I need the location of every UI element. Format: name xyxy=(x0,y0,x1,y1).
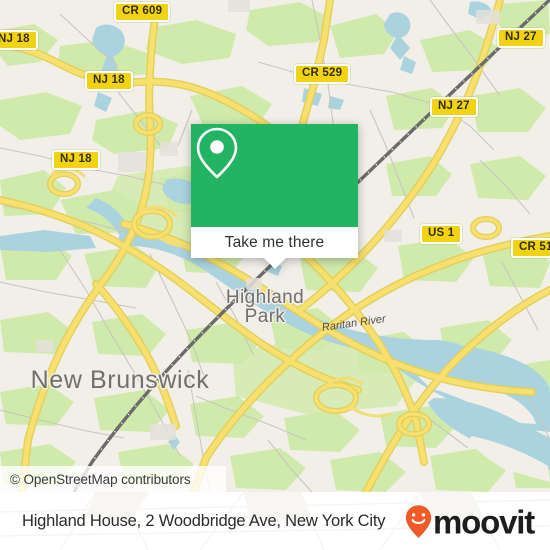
shield-nj-18-sw[interactable]: NJ 18 xyxy=(52,150,100,170)
take-me-there-label: Take me there xyxy=(224,233,325,251)
map-canvas[interactable]: Highland Park New Brunswick Raritan Rive… xyxy=(0,0,550,492)
shield-cr-514[interactable]: CR 514 xyxy=(511,238,550,258)
shield-nj-27-mid[interactable]: NJ 27 xyxy=(430,97,478,117)
osm-attribution-text: © OpenStreetMap contributors xyxy=(10,471,191,487)
moovit-brand-logo[interactable]: moovit xyxy=(405,503,535,541)
shield-cr-529[interactable]: CR 529 xyxy=(294,64,351,84)
moovit-wordmark: moovit xyxy=(433,503,535,541)
destination-popup-card[interactable]: Take me there xyxy=(191,124,358,269)
place-label-highland-park: Highland Park xyxy=(225,287,305,327)
shield-nj-18-nw[interactable]: NJ 18 xyxy=(0,30,38,50)
popup-action-panel[interactable]: Take me there xyxy=(191,227,358,258)
place-label-new-brunswick: New Brunswick xyxy=(30,366,210,394)
footer-bar: Highland House, 2 Woodbridge Ave, New Yo… xyxy=(0,492,550,550)
shield-nj-18-mid[interactable]: NJ 18 xyxy=(85,71,133,91)
shield-nj-27-ne[interactable]: NJ 27 xyxy=(497,28,545,48)
location-title: Highland House, 2 Woodbridge Ave, New Yo… xyxy=(22,511,386,530)
moovit-smiley-pin-icon xyxy=(405,504,432,538)
moovit-map-screenshot: Highland Park New Brunswick Raritan Rive… xyxy=(0,0,550,550)
popup-pointer xyxy=(263,258,286,269)
popup-pin-panel xyxy=(191,124,358,227)
osm-attribution[interactable]: © OpenStreetMap contributors xyxy=(0,466,226,492)
shield-us-1[interactable]: US 1 xyxy=(420,224,463,244)
map-pin-icon xyxy=(196,127,238,179)
shield-cr-609[interactable]: CR 609 xyxy=(114,2,171,22)
